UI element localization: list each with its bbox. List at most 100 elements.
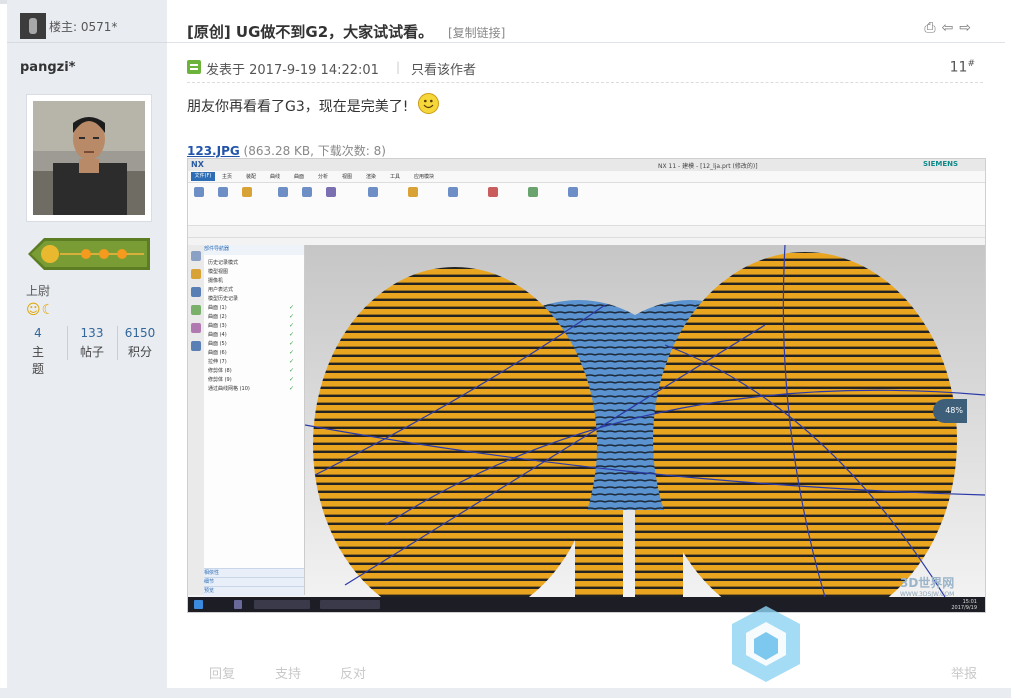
stat-points[interactable]: 6150 积分: [123, 326, 157, 360]
nx-titlebar: NX NX 11 - 建模 - [12_lja.prt (修改的)] SIEME…: [188, 159, 985, 171]
thread-title-bar: [原创] UG做不到G2，大家试试看。 [复制链接] ⎙⇦⇨: [167, 4, 1005, 43]
meta-separator: |: [396, 60, 401, 74]
attachment-link[interactable]: 123.JPG: [187, 144, 240, 158]
post-content: 朋友你再看看了G3，现在是完美了!: [187, 99, 409, 115]
prev-thread-icon[interactable]: ⇦: [942, 20, 960, 36]
stat-posts[interactable]: 133 帖子: [77, 326, 107, 360]
ribbon-icon: [448, 187, 458, 197]
nav-icon: [191, 269, 201, 279]
ribbon-icon: [302, 187, 312, 197]
nav-tree-row: 曲面 (6): [208, 350, 227, 356]
nx-menu-item: 装配: [246, 174, 257, 180]
stat-divider: [117, 326, 118, 360]
author-username[interactable]: pangzi*: [20, 60, 75, 75]
avatar-photo: [33, 101, 145, 215]
nav-tree-row: 历史记录模式: [208, 260, 239, 266]
nav-tree-row: 曲面 (3): [208, 323, 227, 329]
nx-menu-item: 曲线: [270, 174, 281, 180]
report-button[interactable]: 举报: [951, 663, 977, 682]
nav-tree-row: 修剪体 (9): [208, 377, 232, 383]
nx-menu-item: 曲面: [294, 174, 305, 180]
nav-tree-row: 摄像机: [208, 278, 224, 284]
ribbon-icon: [408, 187, 418, 197]
nav-tree-row: 模型视图: [208, 269, 229, 275]
taskbar-clock: 15:01 2017/9/19: [951, 599, 977, 611]
post-timestamp: 发表于 2017-9-19 14:22:01: [206, 63, 379, 78]
nav-icon: [191, 341, 201, 351]
nx-menu-item: 视图: [342, 174, 353, 180]
part-navigator-title: 部件导航器: [204, 245, 304, 255]
check-icon: ✓: [289, 358, 295, 365]
clock-date: 2017/9/19: [951, 605, 977, 611]
floor-number[interactable]: 11#: [950, 59, 975, 76]
floor-number-suffix: #: [967, 59, 975, 69]
watermark-text: 3D世界网: [900, 576, 955, 590]
ribbon-icon: [568, 187, 578, 197]
post-online-icon: [187, 60, 201, 74]
nx-menu-item: 分析: [318, 174, 329, 180]
nav-tree-row: 曲面 (5): [208, 341, 227, 347]
post-actions: 回复 支持 反对 举报: [187, 660, 983, 684]
check-icon: ✓: [289, 385, 295, 392]
only-author-link[interactable]: 只看该作者: [411, 59, 476, 78]
reply-button[interactable]: 回复: [209, 663, 235, 682]
support-button[interactable]: 支持: [275, 663, 301, 682]
ribbon-icon: [326, 187, 336, 197]
nx-menu-item: 应用模块: [414, 174, 435, 180]
copy-link-button[interactable]: [复制链接]: [448, 24, 505, 41]
nav-tree-row: 用户表达式: [208, 287, 234, 293]
attachment-info: (863.28 KB, 下载次数: 8): [243, 144, 386, 158]
nav-tree-row: 模型历史记录: [208, 296, 239, 302]
ribbon-icon: [368, 187, 378, 197]
stat-points-value: 6150: [124, 326, 156, 340]
check-icon: ✓: [289, 376, 295, 383]
nav-tree-row: 曲面 (1): [208, 305, 227, 311]
floor-user-icon: [20, 13, 46, 39]
nav-tree-row: 曲面 (2): [208, 314, 227, 320]
siemens-logo: SIEMENS: [923, 160, 959, 168]
nx-menubar: 文件(F) 主页 装配 曲线 曲面 分析 视图 渲染 工具 应用模块: [188, 171, 985, 183]
ribbon-icon: [488, 187, 498, 197]
nav-icon: [191, 323, 201, 333]
nx-file-tab: 文件(F): [191, 172, 215, 181]
zoom-badge: 48%: [933, 399, 967, 423]
post-body: [原创] UG做不到G2，大家试试看。 [复制链接] ⎙⇦⇨ 发表于 2017-…: [167, 0, 1011, 698]
ribbon-icon: [218, 187, 228, 197]
stat-topics-label: 主题: [31, 345, 44, 376]
nx-ribbon: [188, 183, 985, 226]
print-icon[interactable]: ⎙: [924, 20, 941, 36]
nx-menu-item: 渲染: [366, 174, 377, 180]
graphics-viewport: [305, 245, 985, 597]
check-icon: ✓: [289, 304, 295, 311]
stat-posts-label: 帖子: [79, 345, 104, 359]
nx-app-title: NX 11 - 建模 - [12_lja.prt (修改的)]: [658, 163, 758, 170]
check-icon: ✓: [289, 313, 295, 320]
nav-panel-preview: 预览: [204, 586, 304, 596]
thread-title: [原创] UG做不到G2，大家试试看。: [187, 23, 434, 41]
nx-toolbar: [188, 226, 985, 238]
avatar[interactable]: [26, 94, 152, 222]
windows-taskbar: 15:01 2017/9/19: [188, 597, 985, 612]
next-thread-icon[interactable]: ⇨: [959, 20, 977, 36]
taskbar-browser: [254, 600, 310, 609]
title-tools: ⎙⇦⇨: [924, 20, 977, 36]
nx-resource-bar: [188, 245, 204, 595]
rank-badge-icon: [28, 238, 150, 270]
stat-posts-value: 133: [80, 326, 104, 340]
nav-icon: [191, 287, 201, 297]
part-navigator: 部件导航器 历史记录模式 模型视图摄像机用户表达式模型历史记录 曲面 (1) ✓ 曲面 …: [204, 245, 305, 596]
attachment-image[interactable]: NX NX 11 - 建模 - [12_lja.prt (修改的)] SIEME…: [187, 158, 986, 613]
oppose-button[interactable]: 反对: [340, 663, 366, 682]
check-icon: ✓: [289, 322, 295, 329]
stat-topics[interactable]: 4 主题: [27, 326, 49, 377]
check-icon: ✓: [289, 331, 295, 338]
nx-logo: NX: [191, 160, 204, 169]
taskbar-nx: [320, 600, 380, 609]
author-sidebar: 楼主: 0571* pangzi* 上尉 ☺☾ 4 主题 133 帖子 6150…: [7, 0, 167, 698]
nav-tree-row: 通过曲线网格 (10): [208, 386, 250, 392]
stat-topics-value: 4: [34, 326, 42, 340]
surfaces-render: [305, 245, 985, 597]
nav-tree-row: 拉伸 (7): [208, 359, 227, 365]
check-icon: ✓: [289, 367, 295, 374]
floor-number-value: 11: [949, 59, 968, 76]
